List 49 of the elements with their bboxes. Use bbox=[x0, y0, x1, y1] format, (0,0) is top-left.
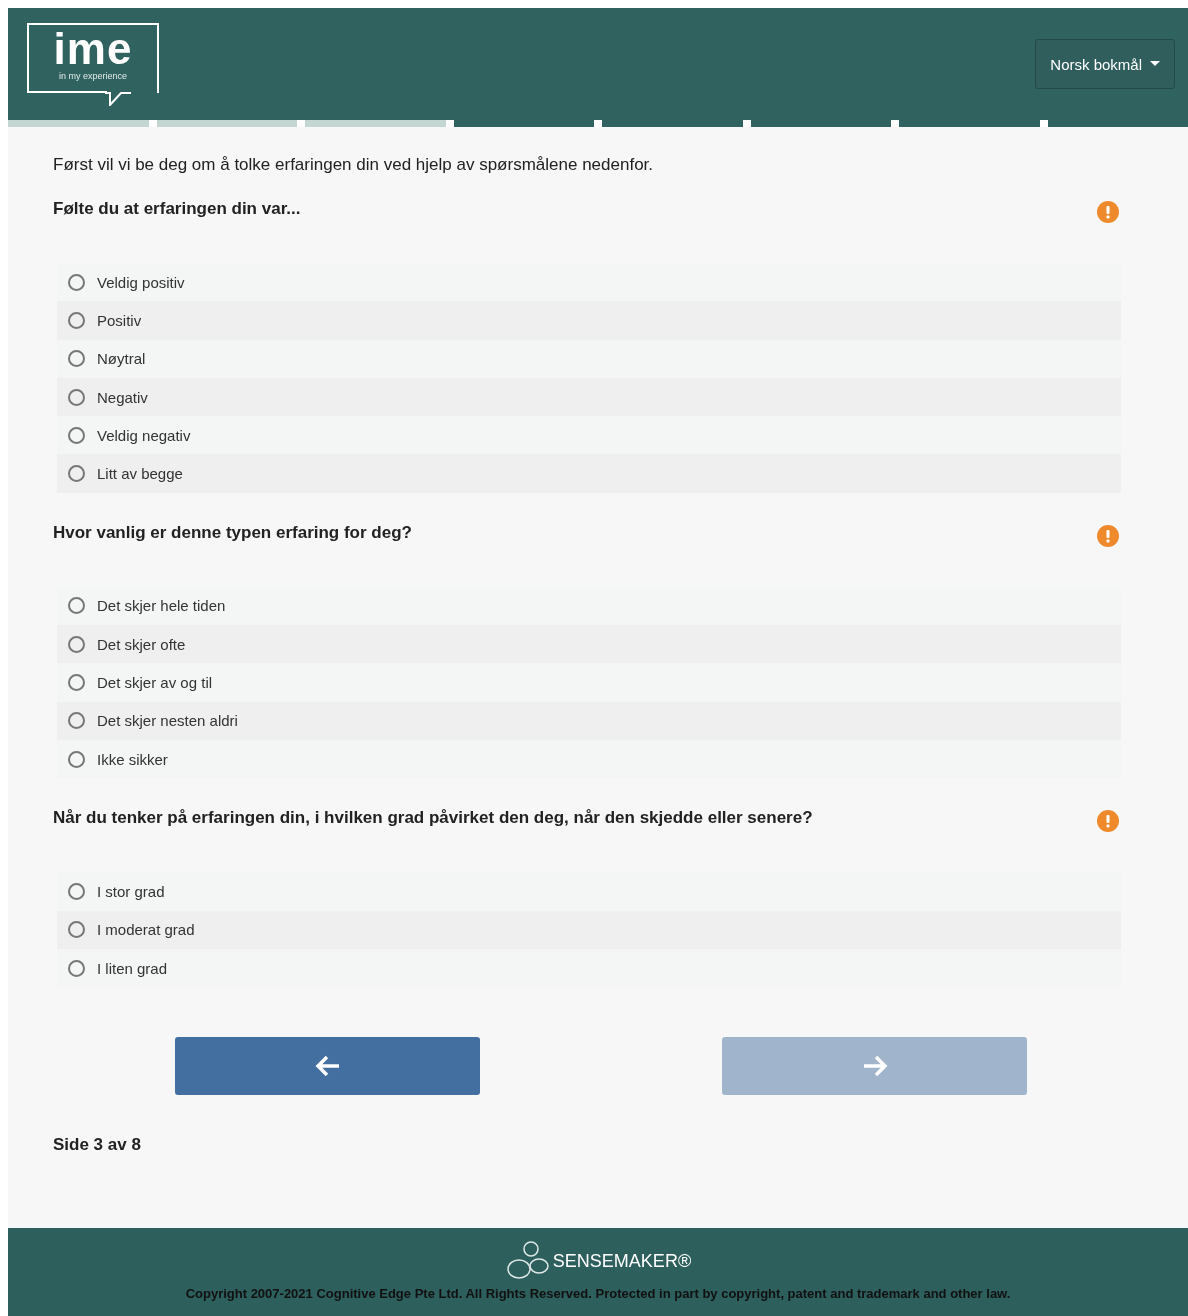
radio-button[interactable] bbox=[68, 597, 85, 615]
option-label: Positiv bbox=[97, 311, 142, 329]
option-label: I liten grad bbox=[97, 959, 168, 977]
radio-button[interactable] bbox=[68, 750, 85, 768]
radio-button[interactable] bbox=[68, 712, 85, 730]
radio-button[interactable] bbox=[68, 273, 85, 291]
logo-tagline: in my experience bbox=[58, 71, 127, 81]
radio-button[interactable] bbox=[68, 921, 85, 939]
option-label: Det skjer av og til bbox=[97, 674, 213, 691]
question-title: Følte du at erfaringen din var... bbox=[53, 199, 301, 219]
page-indicator: Side 3 av 8 bbox=[53, 1135, 142, 1156]
option-label: Litt av begge bbox=[97, 465, 183, 483]
option-label: Det skjer ofte bbox=[97, 635, 186, 653]
back-button[interactable] bbox=[175, 1037, 480, 1096]
radio-button[interactable] bbox=[68, 311, 85, 329]
copyright-text: Copyright 2007-2021 Cognitive Edge Pte Ltd. All Rights Reserved. Protected in part by copyright, patent and trademark and other law. bbox=[185, 1286, 1011, 1301]
language-dropdown[interactable]: Norsk bokmål bbox=[1035, 39, 1175, 89]
radio-button[interactable] bbox=[68, 388, 85, 406]
radio-button[interactable] bbox=[68, 426, 85, 444]
option-label: Veldig negativ bbox=[97, 426, 191, 444]
option-label: Ikke sikker bbox=[97, 750, 168, 768]
brand-name: SENSEMAKER® bbox=[552, 1250, 692, 1272]
option-label: Det skjer hele tiden bbox=[97, 597, 226, 615]
question-title: Hvor vanlig er denne typen erfaring for deg? bbox=[53, 522, 412, 543]
option-label: Nøytral bbox=[97, 350, 146, 368]
option-label: Negativ bbox=[97, 388, 148, 406]
option-label: Det skjer nesten aldri bbox=[97, 712, 238, 730]
radio-option[interactable]: Litt av begge bbox=[57, 454, 1121, 493]
radio-option[interactable]: Negativ bbox=[57, 377, 1121, 417]
radio-button[interactable] bbox=[68, 635, 85, 653]
radio-button[interactable] bbox=[68, 959, 85, 977]
radio-button[interactable] bbox=[68, 882, 85, 900]
question-title: Når du tenker på erfaringen din, i hvilken grad påvirket den deg, når den skjedde eller senere? bbox=[53, 808, 813, 829]
radio-button[interactable] bbox=[68, 465, 85, 483]
intro-text: Først vil vi be deg om å tolke erfaringen din ved hjelp av spørsmålene nedenfor. bbox=[53, 155, 655, 175]
caret-icon bbox=[1150, 61, 1160, 67]
radio-option[interactable]: Det skjer ofte bbox=[57, 625, 1121, 664]
radio-option[interactable]: Det skjer nesten aldri bbox=[57, 701, 1121, 740]
option-label: I stor grad bbox=[97, 882, 165, 900]
radio-button[interactable] bbox=[68, 674, 85, 691]
radio-option[interactable]: Positiv bbox=[57, 301, 1121, 340]
logo-word: ime bbox=[53, 27, 133, 71]
arrow-left-icon bbox=[314, 1055, 341, 1078]
option-label: I moderat grad bbox=[97, 921, 195, 939]
radio-option[interactable]: I moderat grad bbox=[57, 910, 1121, 949]
radio-button[interactable] bbox=[68, 350, 85, 368]
arrow-right-icon bbox=[861, 1055, 888, 1078]
bubbles-logo-icon bbox=[504, 1240, 551, 1282]
option-label: Veldig positiv bbox=[97, 273, 185, 291]
